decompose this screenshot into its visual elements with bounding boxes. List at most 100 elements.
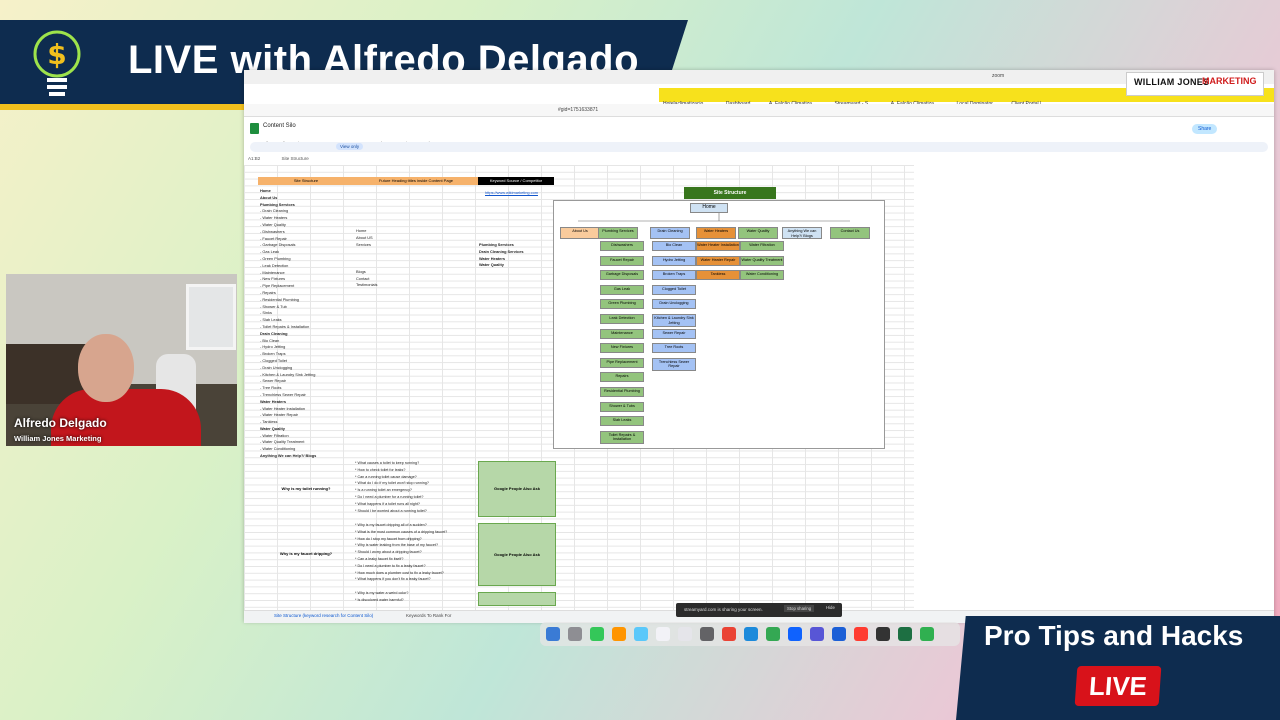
- faq-question-2: Why is my faucet dripping?: [279, 551, 333, 556]
- sitemap-child-node: Green Plumbing: [600, 299, 644, 310]
- site-structure-row: - Drain Cleaning: [260, 208, 289, 214]
- faq-item: * Can a leaky faucet fix itself?: [355, 556, 404, 561]
- header-cell-b[interactable]: Future Heading titles inside Content Pag…: [354, 177, 478, 185]
- site-structure-row: - Gas Leak: [260, 249, 280, 255]
- sheet-tab-keywords[interactable]: Keywords To Rank For: [406, 613, 451, 618]
- site-structure-row: - Water Heater Installation: [260, 405, 306, 411]
- faq-item: * Should I worry about a dripping faucet…: [355, 550, 422, 555]
- sitemap-child-node: Kitchen & Laundry Sink Jetting: [652, 314, 696, 327]
- address-bar[interactable]: #gid=1751633871: [244, 104, 1274, 117]
- site-structure-row: - Water Filtration: [260, 432, 289, 438]
- zoom-icon[interactable]: [788, 627, 802, 641]
- sitemap-node: Contact Us: [830, 227, 870, 239]
- keyword-source-cell: Plumbing Services: [479, 242, 514, 247]
- sitemap-title: Site Structure: [684, 187, 776, 199]
- sheet-tab-site-structure[interactable]: Site Structure (keyword research for Con…: [274, 613, 373, 618]
- faq-item: * Why is my faucet dripping all of a sud…: [355, 523, 427, 527]
- formula-bar[interactable]: A1:B2 Site Structure: [248, 156, 309, 161]
- cell-reference: A1:B2: [248, 156, 261, 161]
- header-cell-a[interactable]: Site Structure: [258, 177, 354, 185]
- keyword-source-cell: Drain Cleaning Services: [479, 248, 524, 254]
- faq-item: * What do I do if my toilet won't stop r…: [355, 481, 429, 486]
- chrome-green-icon[interactable]: [766, 627, 780, 641]
- site-structure-row: - Broken Traps: [260, 351, 286, 357]
- wjm-logo-marketing: MARKETING: [1202, 76, 1257, 86]
- formula-value: Site Structure: [281, 156, 309, 161]
- mail-icon[interactable]: [634, 627, 648, 641]
- sitemap-child-node: Tree Roots: [652, 343, 696, 354]
- sitemap-node: Water Quality: [738, 227, 778, 239]
- faq-source-3: [478, 592, 556, 606]
- site-structure-row: - Water Heaters: [260, 215, 288, 221]
- safari-icon[interactable]: [744, 627, 758, 641]
- launchpad-icon[interactable]: [568, 627, 582, 641]
- chrome-icon[interactable]: [722, 627, 736, 641]
- vivaldi-icon[interactable]: [854, 627, 868, 641]
- camera-icon[interactable]: [876, 627, 890, 641]
- sync-icon[interactable]: [810, 627, 824, 641]
- speaker-company: William Jones Marketing: [14, 434, 102, 443]
- speaker-name: Alfredo Delgado: [14, 416, 107, 430]
- screen-share-text: streamyard.com is sharing your screen.: [684, 607, 763, 612]
- site-structure-row: Plumbing Services: [260, 201, 295, 207]
- sitemap-child-node: Hydro Jetting: [652, 255, 696, 266]
- site-structure-row: - Pipe Replacement: [260, 283, 295, 289]
- faq-source-2: Google People Also Ask: [478, 523, 556, 586]
- textedit-icon[interactable]: [678, 627, 692, 641]
- site-structure-row: - Leak Detection: [260, 262, 289, 268]
- site-structure-column: Home About Us Plumbing Services - Drain Cle…: [260, 188, 356, 460]
- site-structure-row: - Sinks: [260, 310, 272, 316]
- site-structure-row: - Kitchen & Laundry Sink Jetting: [260, 371, 316, 377]
- photos-icon[interactable]: [612, 627, 626, 641]
- faq-source-1: Google People Also Ask: [478, 461, 556, 517]
- excel-icon[interactable]: [920, 627, 934, 641]
- site-structure-row: Water Quality: [260, 425, 285, 431]
- site-structure-row: - Drain Unclogging: [260, 364, 293, 370]
- facetime-icon[interactable]: [898, 627, 912, 641]
- stop-sharing-button[interactable]: Stop sharing: [784, 605, 815, 612]
- sitemap-child-node: Repairs: [600, 372, 644, 383]
- url-text: #gid=1751633871: [558, 107, 599, 113]
- heading-title-cell: About US: [356, 234, 373, 240]
- site-structure-row: - Maintenance: [260, 269, 285, 275]
- site-structure-row: - Hydro Jetting: [260, 344, 286, 350]
- settings-icon[interactable]: [700, 627, 714, 641]
- faq-item: * Should I be worried about a running to…: [355, 508, 427, 513]
- browser-top-bar: zoom: [244, 70, 1274, 84]
- hide-button[interactable]: Hide: [826, 605, 835, 610]
- messages-icon[interactable]: [590, 627, 604, 641]
- sitemap-child-node: Bio Clean: [652, 241, 696, 251]
- finder-icon[interactable]: [546, 627, 560, 641]
- keyword-source-cell: Water Heaters: [479, 255, 506, 261]
- sitemap-child-node: Water Filtration: [740, 241, 784, 251]
- header-cell-c[interactable]: Keyword Source / Competitor: [478, 177, 554, 185]
- notes-icon[interactable]: [656, 627, 670, 641]
- share-button[interactable]: Share: [1192, 124, 1218, 134]
- sheets-logo-icon: [250, 123, 259, 134]
- keyword-source-cell: Water Quality: [479, 262, 504, 268]
- sitemap-child-node: Trenchless Sewer Repair: [652, 357, 696, 371]
- site-structure-row: - Shower & Tub: [260, 303, 287, 309]
- view-only-badge[interactable]: View only: [336, 143, 364, 150]
- sitemap-child-node: Broken Traps: [652, 270, 696, 281]
- site-structure-row: - Water Conditioning: [260, 446, 296, 452]
- heading-title-cell: Testimonials: [356, 282, 378, 288]
- faq-item: * Why is water leaking from the base of …: [355, 543, 439, 548]
- document-title[interactable]: Content Silo: [263, 123, 296, 129]
- site-structure-row: - Dishwashers: [260, 228, 285, 234]
- site-structure-row: - Tree Roots: [260, 385, 282, 391]
- faq-item: * How much does a plumber cost to fix a …: [355, 570, 444, 575]
- site-structure-row: - Toilet Repairs & Installation: [260, 323, 310, 329]
- heading-title-cell: [356, 262, 377, 269]
- site-structure-row: - Water Heater Repair: [260, 412, 298, 418]
- sitemap-child-node: Drain Unclogging: [652, 299, 696, 310]
- sitemap-node: Drain Cleaning: [650, 227, 690, 239]
- site-structure-row: - Garbage Disposals: [260, 242, 296, 248]
- sitemap-child-node: Water Quality Treatment: [740, 255, 784, 266]
- lightbulb-dollar-icon: $: [33, 30, 81, 96]
- xcode-icon[interactable]: [832, 627, 846, 641]
- heading-titles-column: Home About US Services Blogs Contact Testimon…: [356, 228, 377, 289]
- sitemap-child-node: Sewer Repair: [652, 328, 696, 339]
- competitor-link[interactable]: https://www.wikimarketing.com: [485, 190, 538, 195]
- faq-item: * Is discolored water harmful?: [355, 597, 404, 602]
